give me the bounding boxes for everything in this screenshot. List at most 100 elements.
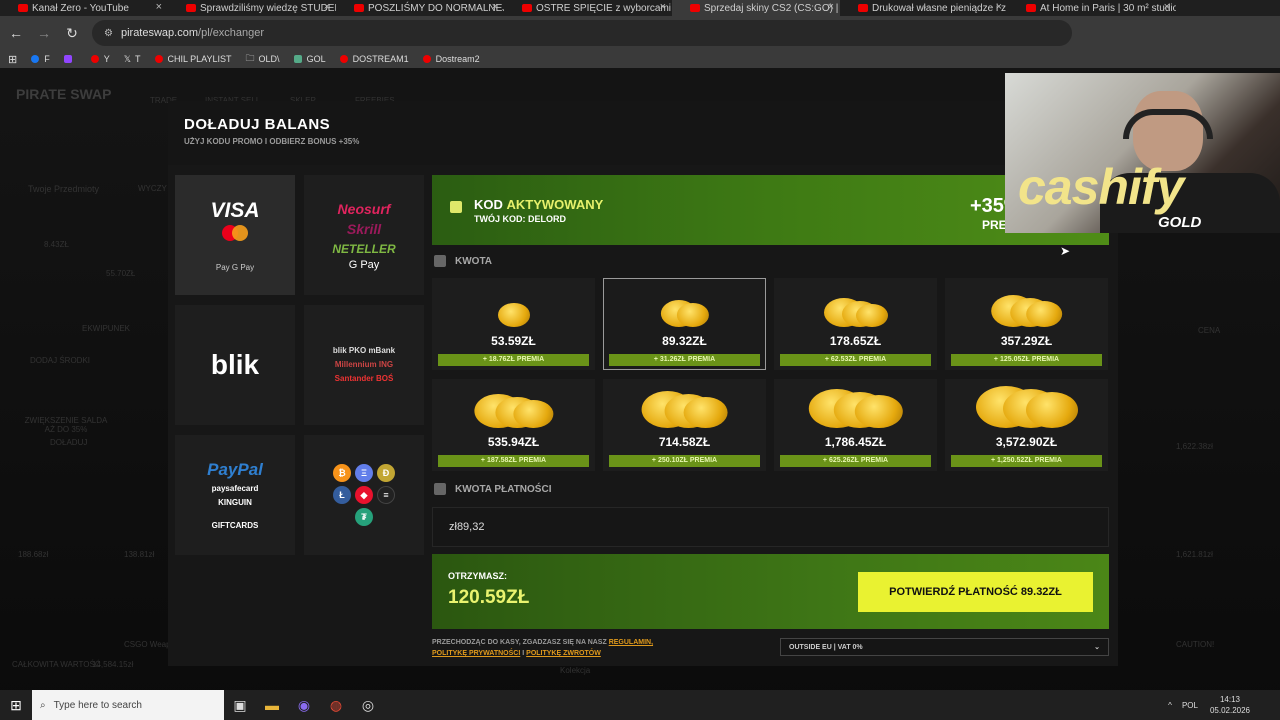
bg-your-items: Twoje Przedmioty [28, 184, 100, 194]
search-icon: ⌕ [40, 699, 46, 711]
tab-close-icon[interactable]: × [828, 1, 834, 13]
amount-option[interactable]: 714.58ZŁ + 250.10ZŁ PREMIA [603, 379, 766, 471]
your-code: TWÓJ KOD: DELORD [474, 214, 566, 224]
giftcards-label: GIFTCARDS [211, 521, 259, 530]
terms-link[interactable]: REGULAMIN, [609, 639, 653, 646]
cashify-gold-label: GOLD [1158, 214, 1202, 231]
bookmark-facebook[interactable]: F [31, 54, 50, 64]
modal-header: DOŁADUJ BALANS UŻYJ KODU PROMO I ODBIERZ… [168, 101, 1118, 165]
amount-value: 1,786.45ZŁ [824, 435, 887, 449]
amount-option[interactable]: 89.32ZŁ + 31.26ZŁ PREMIA [603, 278, 766, 370]
obs-icon[interactable]: ◎ [352, 697, 384, 714]
back-icon[interactable]: ← [4, 25, 28, 41]
tab-close-icon[interactable]: × [324, 1, 330, 13]
site-info-icon[interactable]: ⚙ [104, 28, 113, 39]
receive-value: 120.59ZŁ [448, 587, 530, 608]
coin-stack-icon [975, 386, 1078, 428]
paypal-logo: PayPal [207, 460, 263, 479]
method-banks[interactable]: blik PKO mBank Millennium ING Santander … [304, 305, 424, 425]
bookmark-gol[interactable]: GOL [293, 54, 326, 64]
bg-item-price-1: 8.43ZŁ [44, 240, 69, 249]
tab-favicon-icon [1026, 4, 1036, 12]
youtube-icon [339, 55, 348, 63]
bookmark-youtube[interactable]: Y [90, 54, 110, 64]
crypto-icons: ₿ Ξ Ð Ł ◆ ≡ ₮ [333, 464, 395, 526]
tray-chevron-icon[interactable]: ^ [1168, 701, 1172, 710]
browser-tab[interactable]: POSZLIŚMY DO NORMALNEJ PRACY× [336, 0, 504, 16]
bookmark-dostream1[interactable]: DOSTREAM1 [339, 54, 409, 64]
tab-close-icon[interactable]: × [996, 1, 1002, 13]
tab-favicon-icon [522, 4, 532, 12]
amount-option[interactable]: 535.94ZŁ + 187.58ZŁ PREMIA [432, 379, 595, 471]
reload-icon[interactable]: ↻ [60, 25, 84, 42]
neteller-logo: NETELLER [332, 242, 396, 256]
tab-title: POSZLIŚMY DO NORMALNEJ PRACY [368, 2, 504, 14]
clock[interactable]: 14:13 05.02.2026 [1210, 694, 1250, 716]
amount-bonus: + 625.26ZŁ PREMIA [780, 455, 931, 467]
amount-value: 178.65ZŁ [829, 334, 882, 348]
system-tray: ^ POL 14:13 05.02.2026 [1168, 694, 1280, 716]
tab-favicon-icon [18, 4, 28, 12]
language-indicator[interactable]: POL [1182, 701, 1198, 710]
headphones-icon [1123, 109, 1213, 139]
browser-tab[interactable]: At Home in Paris | 30 m² studio × [1008, 0, 1176, 16]
chevron-down-icon: ⌄ [1094, 644, 1100, 651]
site-logo[interactable]: PIRATE SWAP [16, 86, 111, 102]
privacy-link[interactable]: POLITYKĘ PRYWATNOŚCI [432, 650, 520, 657]
payment-amount-input[interactable]: zł89,32 [432, 507, 1109, 547]
method-prepaid[interactable]: Neosurf Skrill NETELLER G Pay [304, 175, 424, 295]
neosurf-logo: Neosurf [337, 201, 391, 217]
tab-close-icon[interactable]: × [492, 1, 498, 13]
amount-bonus: + 31.26ZŁ PREMIA [609, 354, 760, 366]
bookmark-x[interactable]: 𝕏T [124, 54, 141, 65]
bg-item-price-3: 188.68zł [18, 550, 49, 559]
bookmark-old[interactable]: 🗀 OLD\ [246, 51, 280, 67]
amount-option[interactable]: 53.59ZŁ + 18.76ZŁ PREMIA [432, 278, 595, 370]
bookmark-dostream2[interactable]: Dostream2 [422, 54, 480, 64]
forward-icon[interactable]: → [32, 25, 56, 41]
taskbar-search[interactable]: ⌕ Type here to search [32, 690, 224, 720]
chrome-icon[interactable]: ◍ [320, 697, 352, 714]
browser-tab[interactable]: Sprzedaj skiny CS2 (CS:GO) | N × [672, 0, 840, 16]
refund-link[interactable]: POLITYKĘ ZWROTÓW [526, 650, 601, 657]
windows-start-icon[interactable]: ⊞ [0, 697, 32, 714]
method-card[interactable]: VISA Pay G Pay [175, 175, 295, 295]
tab-close-icon[interactable]: × [660, 1, 666, 13]
task-view-icon[interactable]: ▣ [224, 697, 256, 714]
tab-close-icon[interactable]: × [156, 1, 162, 13]
tab-close-icon[interactable]: × [1164, 1, 1170, 13]
mastercard-icon [222, 224, 248, 241]
discord-icon[interactable]: ◉ [288, 697, 320, 714]
amount-bonus: + 125.05ZŁ PREMIA [951, 354, 1102, 366]
browser-tab[interactable]: Kanał Zero - YouTube × [0, 0, 168, 16]
tab-title: Kanał Zero - YouTube [32, 2, 129, 14]
bg-inventory: EKWIPUNEK [82, 324, 131, 333]
file-explorer-icon[interactable]: ▬ [256, 697, 288, 713]
amount-value: 53.59ZŁ [491, 334, 536, 348]
bookmark-twitch[interactable] [63, 55, 77, 63]
bookmark-chil-playlist[interactable]: CHIL PLAYLIST [154, 54, 232, 64]
amount-option[interactable]: 357.29ZŁ + 125.05ZŁ PREMIA [945, 278, 1108, 370]
method-paypal[interactable]: PayPal paysafecard KINGUIN GIFTCARDS [175, 435, 295, 555]
bg-sort-price: CENA [1198, 326, 1221, 335]
amount-option[interactable]: 3,572.90ZŁ + 1,250.52ZŁ PREMIA [945, 379, 1108, 471]
browser-tab[interactable]: OSTRE SPIĘCIE z wyborcami Tu × [504, 0, 672, 16]
bg-collection: Kolekcja [560, 666, 591, 675]
amount-option[interactable]: 178.65ZŁ + 62.53ZŁ PREMIA [774, 278, 937, 370]
apps-icon[interactable]: ⊞ [8, 53, 17, 66]
bank-row-1: blik PKO mBank [332, 346, 396, 355]
method-crypto[interactable]: ₿ Ξ Ð Ł ◆ ≡ ₮ [304, 435, 424, 555]
bitcoin-icon: ₿ [333, 464, 351, 482]
region-select[interactable]: OUTSIDE EU | VAT 0% ⌄ [780, 638, 1109, 656]
tether-icon: ₮ [355, 508, 373, 526]
confirm-payment-button[interactable]: POTWIERDŹ PŁATNOŚĆ 89.32ZŁ [858, 572, 1093, 612]
url-path: /pl/exchanger [198, 27, 265, 39]
browser-tab[interactable]: Drukował własne pieniądze i z × [840, 0, 1008, 16]
solana-icon: ≡ [377, 486, 395, 504]
amount-option[interactable]: 1,786.45ZŁ + 625.26ZŁ PREMIA [774, 379, 937, 471]
bank-row-2: Millennium ING [334, 360, 394, 369]
gpay-logo: G Pay [348, 259, 380, 271]
browser-tab[interactable]: Sprawdziliśmy wiedzę STUDENTÓW× [168, 0, 336, 16]
url-input[interactable]: ⚙ pirateswap.com/pl/exchanger [92, 20, 1072, 46]
method-blik[interactable]: blik [175, 305, 295, 425]
